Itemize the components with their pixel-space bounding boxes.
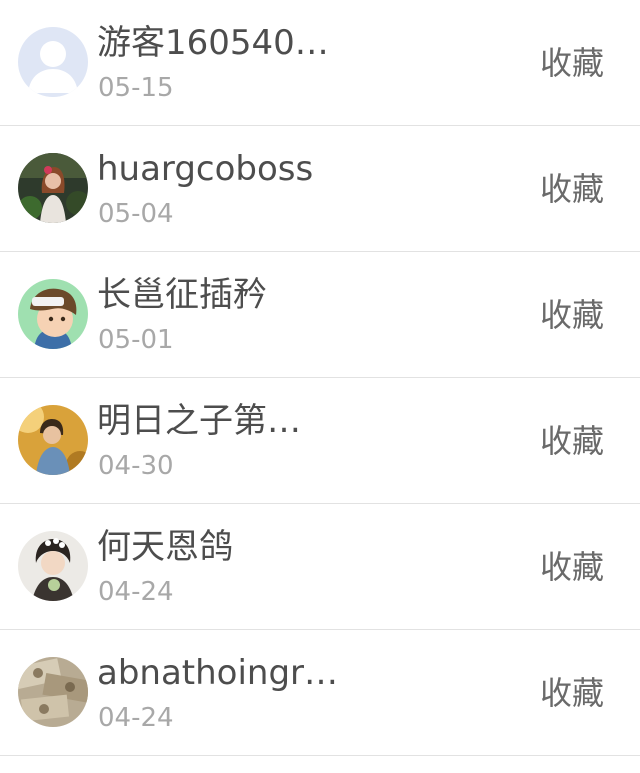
favorite-button[interactable]: 收藏 (540, 292, 604, 338)
item-date: 05-01 (98, 325, 174, 355)
user-photo-avatar-icon[interactable] (18, 531, 88, 601)
user-name[interactable]: 明日之子第… (97, 398, 301, 444)
item-date: 05-15 (98, 73, 174, 103)
list-item[interactable]: abnathoingr… 04-24 收藏 (0, 630, 640, 756)
default-user-avatar-icon[interactable] (18, 27, 88, 97)
user-list: 游客160540… 05-15 收藏 huargcoboss 05-04 收藏 (0, 0, 640, 756)
user-name[interactable]: 游客160540… (97, 20, 329, 66)
user-photo-avatar-icon[interactable] (18, 405, 88, 475)
list-item[interactable]: 长邕征插矜 05-01 收藏 (0, 252, 640, 378)
user-name[interactable]: 长邕征插矜 (97, 272, 267, 318)
cartoon-boy-avatar-icon[interactable] (18, 279, 88, 349)
favorite-button[interactable]: 收藏 (540, 166, 604, 212)
item-date: 04-24 (98, 577, 174, 607)
favorite-button[interactable]: 收藏 (540, 670, 604, 716)
list-item[interactable]: 何天恩鸽 04-24 收藏 (0, 504, 640, 630)
list-item[interactable]: huargcoboss 05-04 收藏 (0, 126, 640, 252)
list-item[interactable]: 明日之子第… 04-30 收藏 (0, 378, 640, 504)
money-photo-avatar-icon[interactable] (18, 657, 88, 727)
user-name[interactable]: huargcoboss (97, 146, 313, 192)
user-name[interactable]: 何天恩鸽 (97, 524, 233, 570)
user-name[interactable]: abnathoingr… (97, 650, 338, 696)
item-date: 04-30 (98, 451, 174, 481)
user-photo-avatar-icon[interactable] (18, 153, 88, 223)
item-date: 05-04 (98, 199, 174, 229)
favorite-button[interactable]: 收藏 (540, 544, 604, 590)
item-date: 04-24 (98, 703, 174, 733)
favorite-button[interactable]: 收藏 (540, 418, 604, 464)
favorite-button[interactable]: 收藏 (540, 40, 604, 86)
list-item[interactable]: 游客160540… 05-15 收藏 (0, 0, 640, 126)
